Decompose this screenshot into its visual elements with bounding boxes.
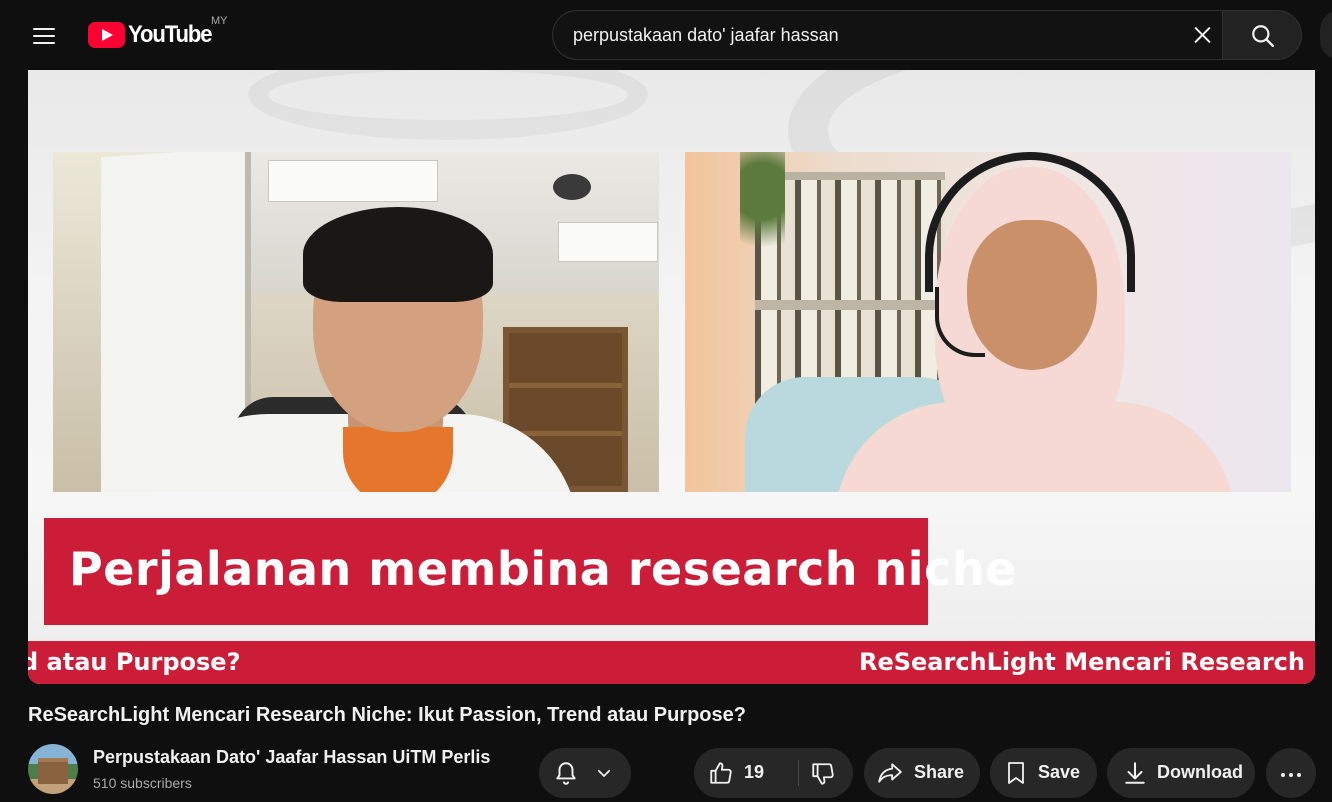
ticker-text-left: d atau Purpose? (28, 648, 241, 676)
logo-text: YouTube (128, 21, 213, 48)
play-logo-icon (88, 22, 125, 48)
video-player[interactable]: Perjalanan membina research niche d atau… (28, 70, 1315, 684)
news-ticker: d atau Purpose? ReSearchLight Mencari Re… (28, 641, 1315, 684)
lower-third-caption: Perjalanan membina research niche (44, 518, 1016, 625)
save-label: Save (1038, 762, 1081, 782)
bell-icon (556, 762, 576, 785)
caption-text: Perjalanan membina research niche (69, 542, 1017, 596)
share-label: Share (914, 762, 965, 782)
dislike-button[interactable] (799, 748, 853, 798)
more-horizontal-icon (1279, 764, 1303, 782)
hamburger-menu-icon[interactable] (24, 16, 64, 56)
search-box (552, 10, 1222, 60)
save-button[interactable]: Save (990, 748, 1097, 798)
clear-search-icon[interactable] (1183, 16, 1221, 54)
search-input[interactable] (573, 11, 1173, 59)
share-icon (878, 763, 902, 783)
download-icon (1125, 762, 1145, 784)
country-code: MY (211, 15, 228, 27)
headset (925, 152, 1135, 292)
notification-bell-button[interactable] (539, 748, 631, 798)
like-button[interactable]: 19 (694, 748, 798, 798)
channel-avatar[interactable] (28, 744, 78, 794)
ticker-text-right: ReSearchLight Mencari Research (858, 648, 1305, 676)
search-icon (1252, 25, 1274, 47)
video-title: ReSearchLight Mencari Research Niche: Ik… (28, 704, 746, 726)
more-actions-button[interactable] (1266, 748, 1316, 798)
download-button[interactable]: Download (1107, 748, 1255, 798)
right-participant-frame (685, 152, 1291, 492)
download-label: Download (1157, 762, 1243, 782)
search-button[interactable] (1222, 10, 1302, 60)
left-participant-frame (53, 152, 659, 492)
channel-name[interactable]: Perpustakaan Dato' Jaafar Hassan UiTM Pe… (93, 747, 490, 768)
share-button[interactable]: Share (864, 748, 980, 798)
top-bar: YouTube MY (0, 0, 1332, 70)
like-count: 19 (744, 762, 765, 782)
background-architecture-2 (248, 70, 648, 140)
thumbs-down-icon (812, 763, 834, 785)
subscriber-count: 510 subscribers (93, 775, 192, 791)
voice-search-button[interactable] (1320, 10, 1332, 60)
chevron-down-icon (597, 769, 611, 777)
thumbs-up-icon (710, 762, 732, 784)
youtube-logo[interactable]: YouTube (88, 20, 219, 50)
like-dislike-group: 19 (694, 748, 853, 798)
bookmark-icon (1008, 762, 1024, 784)
